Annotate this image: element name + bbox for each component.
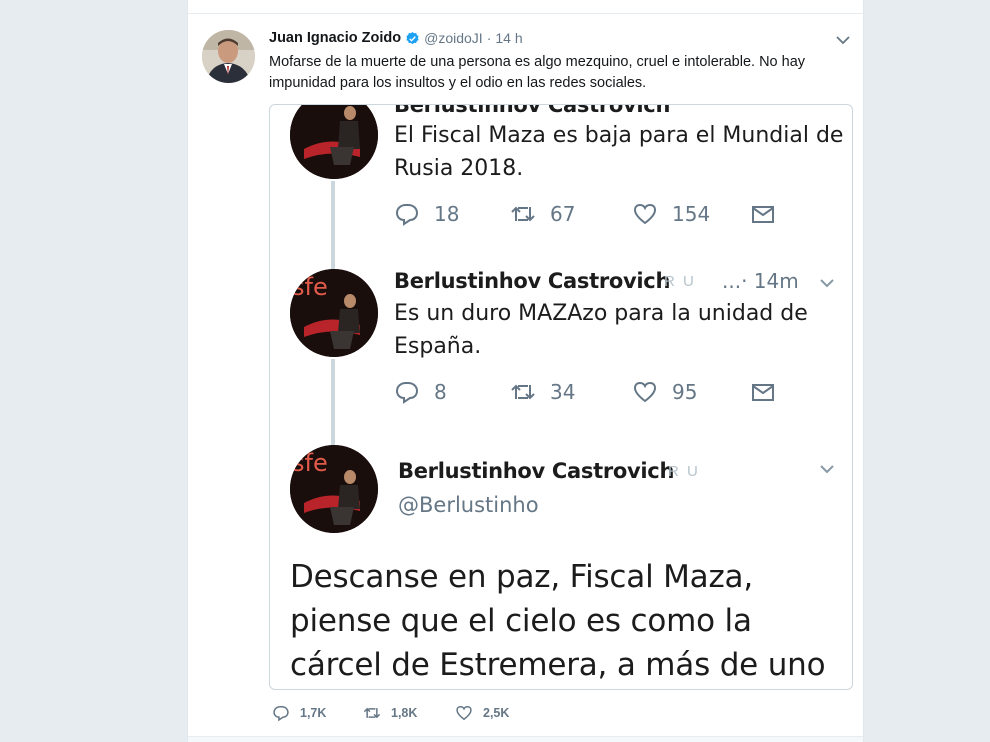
embedded-screenshot-card[interactable]: Berlustinhov Castrovich El Fiscal Maza e… [269,104,853,690]
svg-text:sfe: sfe [292,273,328,301]
embedded-avatar: sfe [290,445,378,533]
like-action: 154 [632,201,710,227]
retweet-count: 34 [550,380,576,404]
like-button[interactable]: 2,5K [455,704,509,722]
tweet-text: Mofarse de la muerte de una persona es a… [269,54,806,91]
thread-line [331,359,335,451]
embedded-tweet-text: El Fiscal Maza es baja para el Mundial d… [394,123,844,181]
retweet-icon [511,206,535,222]
retweet-count: 67 [550,202,576,226]
retweet-count: 1,8K [391,706,418,720]
header-separator: · [486,30,492,46]
embedded-timestamp: ...· 14m [722,269,799,293]
embedded-tweet-actions: 8 34 95 [394,379,794,407]
thread-line [331,181,335,273]
embedded-author-name: Berlustinhov Castrovich [398,459,675,483]
like-action: 95 [632,379,697,405]
timeline-column: Juan Ignacio Zoido @zoidoJI · 14 h Mofar… [187,0,864,742]
reply-action: 8 [394,379,447,405]
verified-icon [406,31,419,44]
tweet-actions: 1,7K 1,8K 2,5K [269,704,569,724]
chevron-down-icon [820,465,834,474]
reply-count: 18 [434,202,460,226]
reply-icon [273,706,289,722]
like-count: 154 [672,202,711,226]
message-icon [752,206,774,223]
embedded-author-handle: @Berlustinho [398,493,539,517]
like-icon [456,706,472,721]
reply-icon [395,382,419,404]
like-icon [633,381,657,403]
embedded-author-name: Berlustinhov Castrovich [394,269,671,293]
chevron-down-icon[interactable] [834,34,852,46]
reply-button[interactable]: 1,7K [272,704,326,722]
tweet-timestamp[interactable]: 14 h [495,30,522,46]
author-name[interactable]: Juan Ignacio Zoido [269,30,401,46]
message-action [750,379,790,405]
embedded-tweet-actions: 18 67 154 [394,201,794,229]
embedded-avatar: sfe [290,269,378,357]
next-tweet-edge [188,736,863,742]
embedded-author-name-cut: Berlustinhov Castrovich [394,104,671,117]
reply-count: 8 [434,380,447,404]
tweet-header: Juan Ignacio Zoido @zoidoJI · 14 h [269,30,523,46]
embedded-tweet-text: Es un duro MAZAzo para la unidad de Espa… [394,301,808,359]
reply-count: 1,7K [300,706,327,720]
chevron-down-icon [820,279,834,288]
like-count: 2,5K [483,706,510,720]
retweet-action: 34 [510,379,575,405]
message-action [750,201,790,227]
previous-tweet-edge [188,0,863,14]
like-icon [633,203,657,225]
retweet-action: 67 [510,201,575,227]
like-count: 95 [672,380,698,404]
retweet-icon [511,384,535,400]
embedded-badges: R U [664,273,696,290]
author-handle[interactable]: @zoidoJI [424,30,483,46]
embedded-badges: R U [668,463,700,480]
embedded-avatar [290,105,378,179]
author-avatar[interactable] [202,30,255,83]
reply-icon [395,204,419,226]
embedded-large-tweet-text: Descanse en paz, Fiscal Maza, piense que… [290,559,826,683]
message-icon [752,384,774,401]
retweet-button[interactable]: 1,8K [363,704,417,722]
retweet-icon [363,707,381,719]
svg-text:sfe: sfe [292,449,328,477]
reply-action: 18 [394,201,459,227]
